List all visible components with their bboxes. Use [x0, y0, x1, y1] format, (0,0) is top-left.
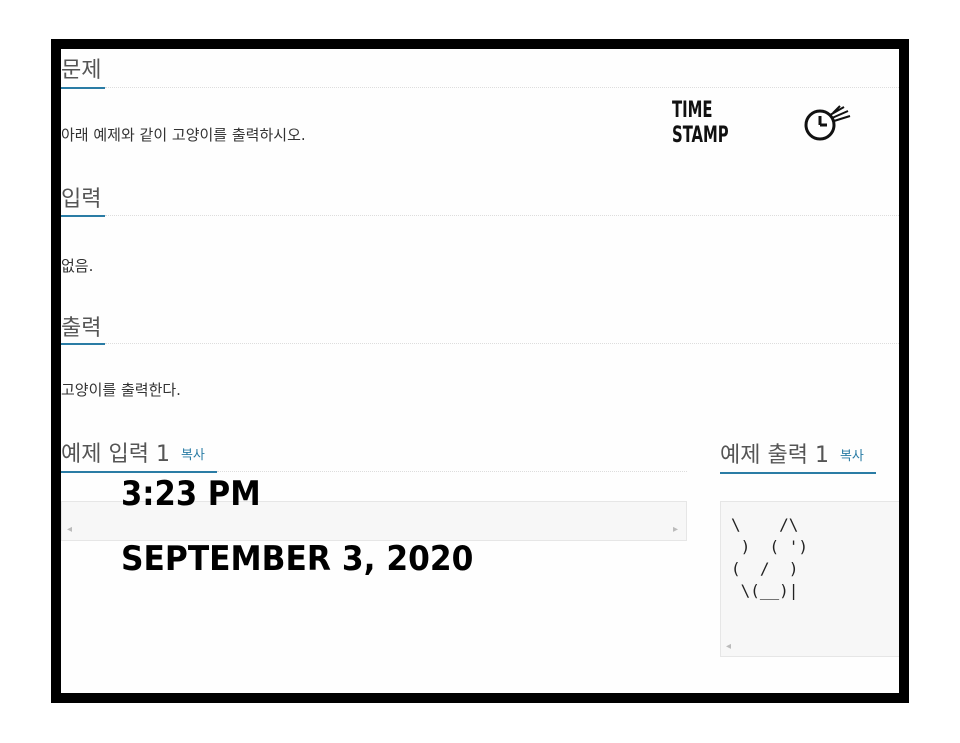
timestamp-logo-text: TIME STAMP [672, 98, 729, 148]
sample-output-content: \ /\ ) ( ') ( / ) \(__)| [731, 515, 809, 600]
timestamp-logo: TIME STAMP [672, 98, 854, 148]
sample-output-box[interactable]: \ /\ ) ( ') ( / ) \(__)| ◂ [720, 501, 899, 657]
scroll-right-icon[interactable]: ▸ [673, 525, 678, 535]
sample-input-underline [61, 471, 217, 473]
input-description: 없음. [61, 257, 94, 275]
overlay-date: SEPTEMBER 3, 2020 [121, 539, 474, 579]
sample-input-title: 예제 입력 1 [61, 442, 170, 467]
sample-output-title: 예제 출력 1 [720, 443, 829, 468]
output-heading-underline [61, 343, 105, 345]
sample-output-heading: 예제 출력 1 복사 [720, 437, 864, 469]
section-divider [105, 87, 899, 88]
output-heading: 출력 [61, 316, 102, 341]
screenshot-frame: 문제 아래 예제와 같이 고양이를 출력하시오. TIME STAMP 입력 없… [51, 39, 909, 703]
section-divider [105, 215, 899, 216]
scroll-left-icon[interactable]: ◂ [726, 642, 731, 652]
section-divider [217, 471, 687, 472]
sample-input-copy-button[interactable]: 복사 [181, 448, 205, 463]
problem-description: 아래 예제와 같이 고양이를 출력하시오. [61, 126, 306, 144]
output-description: 고양이를 출력한다. [61, 381, 181, 399]
clock-stamp-icon [804, 105, 851, 141]
sample-output-underline [720, 472, 876, 474]
sample-output-copy-button[interactable]: 복사 [840, 449, 864, 464]
problem-heading-underline [61, 87, 105, 89]
section-divider [105, 343, 899, 344]
scroll-left-icon[interactable]: ◂ [67, 525, 72, 535]
input-heading-underline [61, 215, 105, 217]
overlay-time: 3:23 PM [121, 474, 261, 514]
sample-input-heading: 예제 입력 1 복사 [61, 436, 205, 468]
problem-heading: 문제 [61, 58, 102, 83]
input-heading: 입력 [61, 187, 102, 212]
